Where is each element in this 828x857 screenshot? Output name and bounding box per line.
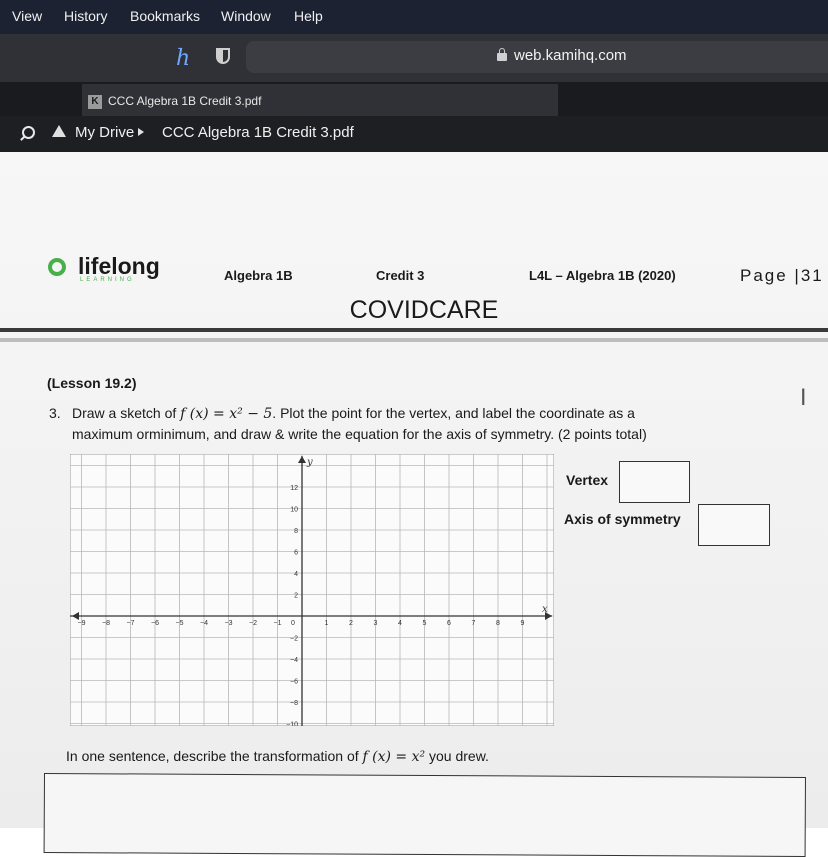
lifelong-logo-icon — [48, 258, 66, 276]
y-tick-label: 6 — [294, 550, 298, 557]
y-tick-label: 12 — [290, 485, 298, 492]
menu-window[interactable]: Window — [221, 8, 271, 24]
breadcrumb-my-drive[interactable]: My Drive — [75, 124, 134, 141]
honey-extension-icon[interactable]: h — [176, 46, 190, 71]
x-tick-label: 6 — [447, 620, 451, 627]
question-line-1-post: . Plot the point for the vertex, and lab… — [272, 405, 635, 421]
y-tick-label: −6 — [290, 679, 298, 686]
y-tick-label: 8 — [294, 528, 298, 535]
question-number: 3. — [49, 405, 61, 421]
y-tick-label: −2 — [290, 636, 298, 643]
describe-prompt-post: you drew. — [425, 748, 489, 764]
x-tick-label: 0 — [291, 620, 295, 627]
lock-icon — [497, 48, 507, 61]
x-tick-label: −2 — [249, 620, 257, 627]
y-tick-label: 2 — [294, 593, 298, 600]
page-heading: COVIDCARE — [349, 296, 499, 324]
question-line-1: Draw a sketch of f (x) = x² − 5. Plot th… — [72, 405, 635, 422]
search-icon[interactable] — [22, 126, 35, 139]
menu-bookmarks[interactable]: Bookmarks — [130, 8, 200, 24]
x-tick-label: 5 — [423, 620, 427, 627]
x-tick-label: 1 — [325, 620, 329, 627]
menu-view[interactable]: View — [12, 8, 42, 24]
header-course: Algebra 1B — [224, 268, 293, 283]
describe-prompt: In one sentence, describe the transforma… — [66, 748, 489, 765]
kami-favicon-icon: K — [88, 95, 102, 109]
describe-function: f (x) = x² — [362, 749, 426, 765]
question-line-1-pre: Draw a sketch of — [72, 405, 181, 421]
axis-of-symmetry-label: Axis of symmetry — [564, 511, 681, 527]
vertex-answer-box[interactable] — [619, 461, 690, 503]
coordinate-grid[interactable]: −9 −8 −7 −6 −5 −4 −3 −2 −1 0 1 2 3 4 5 6 7 8 912108642−2−4… — [70, 454, 554, 726]
x-axis-label: x — [542, 604, 548, 615]
question-line-2: maximum orminimum, and draw & write the … — [72, 426, 647, 442]
y-tick-label: 4 — [294, 571, 298, 578]
x-tick-label: −7 — [127, 620, 135, 627]
vertex-label: Vertex — [566, 472, 609, 488]
y-axis-label: y — [306, 457, 313, 468]
address-url[interactable]: web.kamihq.com — [514, 47, 627, 64]
google-drive-icon — [52, 125, 66, 137]
x-tick-label: 8 — [496, 620, 500, 627]
question-function: f (x) = x² − 5 — [180, 406, 273, 422]
x-tick-label: 3 — [374, 620, 378, 627]
x-tick-label: 4 — [398, 620, 402, 627]
y-tick-label: −4 — [290, 657, 298, 664]
x-tick-label: −1 — [274, 620, 282, 627]
header-credit: Credit 3 — [376, 268, 425, 283]
lesson-label: (Lesson 19.2) — [47, 375, 137, 391]
page-number: Page |31 — [740, 266, 824, 285]
x-tick-label: −4 — [200, 620, 208, 627]
describe-prompt-pre: In one sentence, describe the transforma… — [66, 748, 363, 764]
tab-title[interactable]: CCC Algebra 1B Credit 3.pdf — [108, 94, 261, 108]
header-program: L4L – Algebra 1B (2020) — [529, 268, 676, 283]
x-tick-label: 9 — [521, 620, 525, 627]
header-divider-shadow — [0, 338, 828, 342]
logo-subtext: LEARNING — [80, 277, 135, 283]
logo-text: lifelong — [78, 253, 160, 279]
menu-help[interactable]: Help — [294, 8, 323, 24]
description-answer-box[interactable] — [43, 773, 806, 857]
x-tick-label: −6 — [151, 620, 159, 627]
menu-history[interactable]: History — [64, 8, 108, 24]
x-tick-label: 7 — [472, 620, 476, 627]
breadcrumb-chevron-icon — [138, 128, 144, 136]
text-cursor-icon: I — [800, 386, 807, 411]
x-tick-label: −9 — [78, 620, 86, 627]
y-tick-label: 10 — [290, 507, 298, 514]
breadcrumb-file-name[interactable]: CCC Algebra 1B Credit 3.pdf — [162, 124, 354, 141]
shield-icon[interactable] — [216, 48, 230, 64]
y-tick-label: −8 — [290, 700, 298, 707]
grid-background — [70, 454, 554, 726]
x-tick-label: −3 — [225, 620, 233, 627]
menu-bar: View History Bookmarks Window Help — [0, 0, 828, 34]
x-tick-label: −5 — [176, 620, 184, 627]
x-tick-label: 2 — [349, 620, 353, 627]
y-tick-label: −10 — [286, 722, 298, 727]
axis-of-symmetry-answer-box[interactable] — [698, 504, 770, 546]
x-tick-label: −8 — [102, 620, 110, 627]
header-divider — [0, 328, 828, 332]
